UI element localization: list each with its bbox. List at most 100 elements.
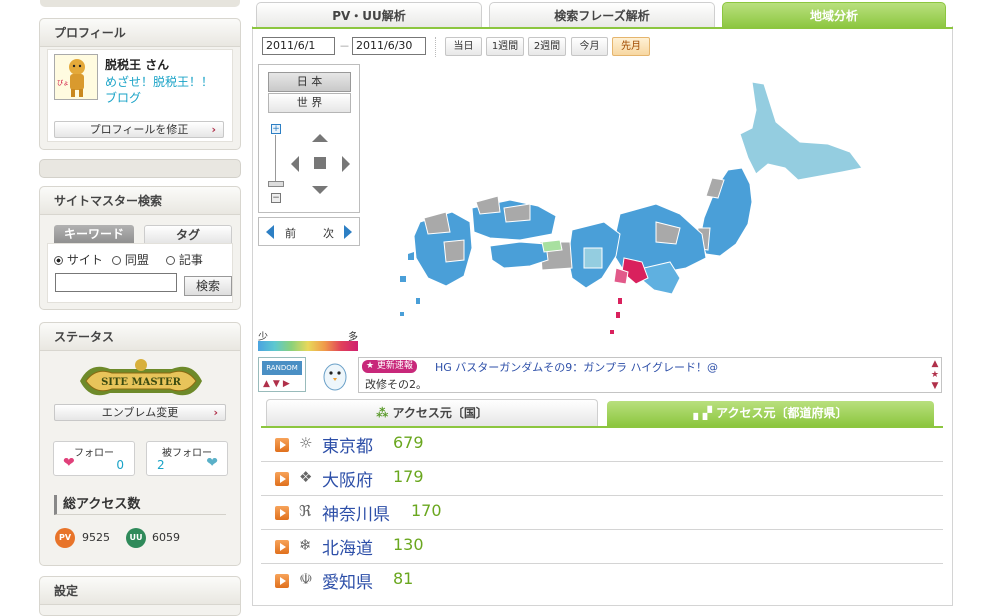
blog-link[interactable]: めざせ！脱税王！！ ブログ bbox=[105, 74, 213, 106]
profile-body: ぴょ 脱税王 さん めざせ！脱税王！！ ブログ プロフィールを修正 › bbox=[47, 49, 233, 142]
status-panel: ステータス SITE MASTER エンブレム変更 › フォロー ❤ 0 被フォ… bbox=[39, 322, 241, 566]
range-this-month-button[interactable]: 今月 bbox=[571, 37, 608, 56]
date-end-input[interactable]: 2011/6/30 bbox=[352, 37, 426, 55]
range-1week-button[interactable]: 1週間 bbox=[486, 37, 524, 56]
prefecture-count: 170 bbox=[411, 501, 442, 520]
prefecture-name[interactable]: 東京都 bbox=[322, 432, 373, 457]
follower-box[interactable]: 被フォロー 2 ❤ bbox=[146, 441, 228, 476]
next-label[interactable]: 次 bbox=[323, 225, 334, 241]
prefecture-count: 81 bbox=[393, 569, 414, 588]
date-separator: － bbox=[339, 40, 350, 53]
region-japan-button[interactable]: 日 本 bbox=[268, 72, 351, 92]
edit-profile-button[interactable]: プロフィールを修正 › bbox=[54, 121, 224, 138]
zoom-slider-handle[interactable] bbox=[268, 181, 284, 187]
radio-union-label: 同盟 bbox=[124, 253, 149, 267]
avatar[interactable]: ぴょ bbox=[54, 54, 98, 100]
tab-access-prefecture-label: アクセス元〔都道府県〕 bbox=[716, 406, 848, 420]
random-label: RANDOM bbox=[262, 361, 302, 375]
radio-unchecked-icon bbox=[166, 256, 175, 265]
radio-union[interactable]: 同盟 bbox=[112, 251, 149, 268]
tab-access-prefecture[interactable]: ▖▞ アクセス元〔都道府県〕 bbox=[607, 401, 934, 426]
tab-keyword[interactable]: キーワード bbox=[54, 225, 134, 244]
prefecture-emblem-icon: ☫ bbox=[299, 570, 313, 588]
map-kyushu-gray bbox=[423, 211, 451, 235]
tab-pv-uu[interactable]: PV・UU解析 bbox=[256, 2, 482, 28]
news-badge: ★ 更新速報 bbox=[362, 360, 417, 373]
profile-title: プロフィール bbox=[40, 19, 240, 47]
play-icon[interactable] bbox=[275, 540, 289, 554]
zoom-out-icon[interactable]: − bbox=[271, 193, 281, 203]
japan-map[interactable] bbox=[380, 72, 940, 342]
ranking-row[interactable]: ❖ 大阪府 179 bbox=[261, 462, 943, 496]
radio-article[interactable]: 記事 bbox=[166, 251, 203, 268]
radio-checked-icon bbox=[54, 256, 63, 265]
range-last-month-button[interactable]: 先月 bbox=[612, 37, 650, 56]
chevron-right-icon: › bbox=[213, 406, 218, 419]
prefecture-name[interactable]: 神奈川県 bbox=[322, 500, 390, 525]
heart-icon: ❤ bbox=[63, 455, 75, 471]
range-today-button[interactable]: 当日 bbox=[445, 37, 482, 56]
emblem-change-button[interactable]: エンブレム変更 › bbox=[54, 404, 226, 421]
radio-unchecked-icon bbox=[112, 256, 121, 265]
radio-site[interactable]: サイト bbox=[54, 251, 103, 268]
map-kinki-light bbox=[583, 247, 603, 269]
map-izu-islands bbox=[610, 298, 622, 334]
prefecture-name[interactable]: 北海道 bbox=[322, 534, 373, 559]
status-title: ステータス bbox=[40, 323, 240, 351]
ranking-row[interactable]: ☼ 東京都 679 bbox=[261, 428, 943, 462]
news-box[interactable]: ★ 更新速報 HG バスターガンダムその9：ガンプラ ハイグレード！@ 改修その… bbox=[358, 357, 942, 393]
prefecture-name[interactable]: 大阪府 bbox=[322, 466, 373, 491]
pan-center-icon[interactable] bbox=[314, 157, 326, 169]
play-icon[interactable] bbox=[275, 472, 289, 486]
pan-right-icon[interactable] bbox=[342, 156, 350, 172]
prefecture-emblem-icon: ❖ bbox=[299, 468, 313, 486]
random-controls[interactable]: ▲▼▶ bbox=[263, 379, 293, 389]
prefecture-emblem-icon: ❄ bbox=[299, 536, 312, 554]
tab-access-country[interactable]: ⁂ アクセス元〔国〕 bbox=[266, 399, 598, 426]
follower-count: 2 bbox=[157, 458, 165, 472]
uu-icon: UU bbox=[126, 528, 146, 548]
zoom-in-icon[interactable]: + bbox=[271, 124, 281, 134]
next-icon[interactable] bbox=[344, 225, 352, 239]
prev-label[interactable]: 前 bbox=[285, 225, 296, 241]
ranking-row[interactable]: ❄ 北海道 130 bbox=[261, 530, 943, 564]
site-search-title: サイトマスター検索 bbox=[40, 187, 240, 215]
play-icon[interactable] bbox=[275, 438, 289, 452]
tab-search-phrase[interactable]: 検索フレーズ解析 bbox=[489, 2, 715, 28]
news-headline[interactable]: HG バスターガンダムその9：ガンプラ ハイグレード！@ bbox=[435, 359, 718, 375]
prefecture-count: 130 bbox=[393, 535, 424, 554]
tab-tag[interactable]: タグ bbox=[144, 225, 232, 244]
blog-link-line1[interactable]: めざせ！脱税王！！ bbox=[105, 74, 213, 90]
map-shikoku-green bbox=[541, 239, 563, 253]
range-2week-button[interactable]: 2週間 bbox=[528, 37, 566, 56]
play-icon[interactable] bbox=[275, 574, 289, 588]
map-chugoku-gray bbox=[475, 195, 501, 215]
random-button[interactable]: RANDOM ▲▼▶ bbox=[258, 357, 306, 392]
news-scroll-icons[interactable]: ▲ ★ ▼ bbox=[931, 359, 939, 392]
site-master-emblem: SITE MASTER bbox=[70, 357, 212, 405]
follow-box[interactable]: フォロー ❤ 0 bbox=[53, 441, 135, 476]
blog-link-line2[interactable]: ブログ bbox=[105, 90, 213, 106]
settings-title: 設定 bbox=[40, 577, 240, 605]
ranking-row[interactable]: ☫ 愛知県 81 bbox=[261, 564, 943, 598]
pan-up-icon[interactable] bbox=[312, 134, 328, 142]
total-access-title: 総アクセス数 bbox=[54, 495, 226, 515]
map-pager: 前 次 bbox=[258, 217, 360, 246]
spacer-bar bbox=[39, 159, 241, 178]
prefecture-count: 679 bbox=[393, 433, 424, 452]
region-world-button[interactable]: 世 界 bbox=[268, 93, 351, 113]
prefecture-name[interactable]: 愛知県 bbox=[322, 568, 373, 593]
prev-icon[interactable] bbox=[266, 225, 274, 239]
map-islands bbox=[400, 252, 420, 316]
pan-down-icon[interactable] bbox=[312, 186, 328, 194]
tab-region[interactable]: 地域分析 bbox=[722, 2, 946, 28]
ranking-row[interactable]: ℜ 神奈川県 170 bbox=[261, 496, 943, 530]
play-icon[interactable] bbox=[275, 506, 289, 520]
pan-left-icon[interactable] bbox=[291, 156, 299, 172]
search-input[interactable] bbox=[55, 273, 177, 292]
prefecture-count: 179 bbox=[393, 467, 424, 486]
uu-value: 6059 bbox=[152, 531, 180, 544]
date-start-input[interactable]: 2011/6/1 bbox=[262, 37, 335, 55]
search-button[interactable]: 検索 bbox=[184, 276, 232, 296]
zoom-slider-track[interactable] bbox=[275, 135, 276, 183]
